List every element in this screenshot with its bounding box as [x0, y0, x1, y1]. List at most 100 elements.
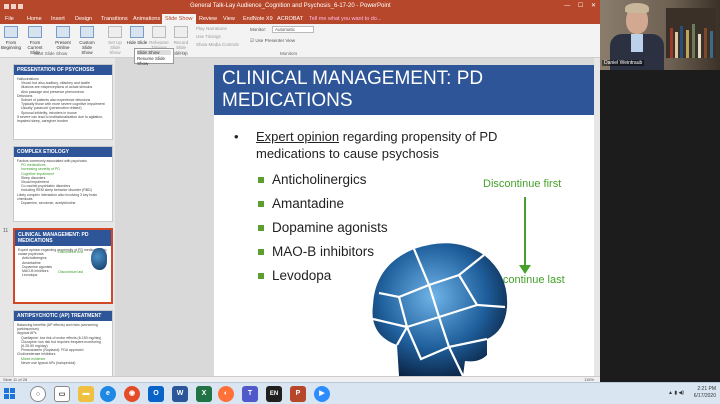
participant-name: Daniel Weintraub — [602, 60, 645, 66]
system-tray[interactable]: ▲ ▮ ◀) — [668, 390, 684, 396]
taskbar-clock[interactable]: 2:21 PM 6/17/2020 — [694, 386, 716, 400]
use-timings-checkbox[interactable]: Use Timings — [196, 34, 221, 39]
custom-slide-show-button[interactable]: Custom Slide Show — [76, 26, 98, 55]
thumbnail-discontinue-first: Discontinue first — [58, 250, 83, 254]
chrome-icon[interactable]: ◉ — [124, 386, 140, 402]
tab-endnote[interactable]: EndNote X9 — [240, 14, 276, 24]
tell-me-search[interactable]: Tell me what you want to do... — [306, 14, 384, 24]
firefox-icon[interactable]: ◐ — [218, 386, 234, 402]
hide-slide-button[interactable]: Hide Slide — [126, 26, 148, 45]
tab-design[interactable]: Design — [72, 14, 95, 24]
edge-icon[interactable]: e — [100, 386, 116, 402]
minimize-button[interactable]: — — [564, 3, 570, 9]
monitor-select[interactable]: Automatic — [272, 26, 314, 33]
bullet-expert-opinion[interactable]: • Expert opinion regarding propensity of… — [234, 128, 554, 162]
down-arrow-shaft[interactable] — [524, 197, 526, 269]
present-online-button[interactable]: Present Online — [52, 26, 74, 50]
play-current-icon — [28, 26, 42, 38]
window-controls[interactable]: — ☐ ✕ — [558, 0, 596, 12]
windows-start-icon[interactable] — [4, 388, 16, 400]
maximize-button[interactable]: ☐ — [578, 3, 583, 9]
slide-editor[interactable]: CLINICAL MANAGEMENT: PD MEDICATIONS • Ex… — [115, 58, 600, 376]
tab-view[interactable]: View — [220, 14, 238, 24]
item-label: Anticholinergics — [272, 172, 367, 187]
outlook-icon[interactable]: O — [148, 386, 164, 402]
slide-thumbnail-pane[interactable]: PRESENTATION OF PSYCHOSIS Hallucinations… — [0, 58, 115, 376]
clock-date: 6/17/2020 — [693, 393, 716, 399]
teams-icon[interactable]: T — [242, 386, 258, 402]
close-button[interactable]: ✕ — [591, 3, 596, 9]
rehearse-timings-button[interactable]: Rehearse Timings — [148, 26, 170, 50]
task-view-icon[interactable]: ▭ — [54, 386, 70, 402]
down-arrow-icon[interactable] — [519, 265, 531, 274]
item-label: Amantadine — [272, 196, 345, 211]
excel-icon[interactable]: X — [196, 386, 212, 402]
zoom-icon[interactable]: ▶ — [314, 386, 330, 402]
bullet-lead: Expert opinion — [256, 129, 340, 144]
ribbon: From Beginning From Current Slide Presen… — [0, 24, 600, 58]
thumbnail-slide-10[interactable]: COMPLEX ETIOLOGY Factors commonly associ… — [3, 146, 113, 222]
show-media-controls-checkbox[interactable]: Show Media Controls — [196, 42, 239, 47]
tooltip-text: Resume Slide Show — [137, 56, 166, 66]
tab-slide-show[interactable]: Slide Show — [162, 14, 196, 24]
item-mao-b-inhibitors[interactable]: MAO-B inhibitors — [258, 244, 374, 259]
powerpoint-window: General Talk-Lay Audience_Cognition and … — [0, 0, 600, 382]
item-levodopa[interactable]: Levodopa — [258, 268, 331, 283]
tooltip-title: Slide Show — [137, 50, 171, 55]
thumbnail-slide-12[interactable]: ANTIPSYCHOTIC (AP) TREATMENT Balancing b… — [3, 310, 113, 376]
endnote-icon[interactable]: EN — [266, 386, 282, 402]
square-bullet-icon — [258, 273, 264, 280]
item-label: Dopamine agonists — [272, 220, 388, 235]
thumbnail-slide-9[interactable]: PRESENTATION OF PSYCHOSIS Hallucinations… — [3, 64, 113, 140]
set-up-slide-show-button[interactable]: Set Up Slide Show — [104, 26, 126, 55]
tab-transitions[interactable]: Transitions — [98, 14, 131, 24]
use-presenter-view-checkbox[interactable]: ☑ Use Presenter View — [250, 38, 295, 44]
monitor-label: Monitor: — [250, 27, 267, 32]
person-hair — [625, 3, 649, 13]
tab-insert[interactable]: Insert — [48, 14, 68, 24]
thumbnail-line: Likely complex interaction also involvin… — [17, 192, 98, 201]
selected-thumbnail[interactable]: CLINICAL MANAGEMENT: PD MEDICATIONS Expe… — [13, 228, 113, 304]
tab-review[interactable]: Review — [196, 14, 220, 24]
item-anticholinergics[interactable]: Anticholinergics — [258, 172, 367, 187]
tab-acrobat[interactable]: ACROBAT — [274, 14, 306, 24]
bullet-dot-icon: • — [234, 129, 239, 144]
tab-home[interactable]: Home — [24, 14, 45, 24]
file-explorer-icon[interactable]: ▬ — [78, 386, 94, 402]
powerpoint-icon[interactable]: P — [290, 386, 306, 402]
thumbnail-line: Clozapine: low risk but requires frequen… — [21, 339, 101, 349]
stopwatch-icon — [152, 26, 166, 38]
quick-access-toolbar[interactable] — [4, 2, 30, 10]
thumbnail-title: CLINICAL MANAGEMENT: PD MEDICATIONS — [15, 230, 111, 246]
thumbnail-line: Balancing benefits (AP effects) and risk… — [17, 323, 98, 332]
slide-title[interactable]: CLINICAL MANAGEMENT: PD MEDICATIONS — [214, 65, 600, 115]
bookshelf-image — [666, 8, 716, 58]
group-label-monitors: Monitors — [280, 51, 298, 56]
ribbon-tabs: File Home Insert Design Transitions Anim… — [0, 12, 600, 24]
tab-animations[interactable]: Animations — [130, 14, 163, 24]
thumbnail-title: COMPLEX ETIOLOGY — [14, 147, 112, 157]
thumbnail-title: PRESENTATION OF PSYCHOSIS — [14, 65, 112, 75]
clock-time: 2:21 PM — [697, 386, 716, 392]
from-beginning-button[interactable]: From Beginning — [0, 26, 22, 50]
item-amantadine[interactable]: Amantadine — [258, 196, 344, 211]
play-narrations-checkbox[interactable]: Play Narrations — [196, 26, 227, 31]
group-label-set-up: Set Up — [174, 51, 188, 56]
thumbnail-number: 11 — [3, 228, 9, 234]
item-dopamine-agonists[interactable]: Dopamine agonists — [258, 220, 388, 235]
hide-slide-icon — [130, 26, 144, 38]
slide-canvas[interactable]: CLINICAL MANAGEMENT: PD MEDICATIONS • Ex… — [214, 65, 600, 376]
thumbnail-discontinue-last: Discontinue last — [58, 270, 83, 274]
tab-file[interactable]: File — [2, 14, 17, 24]
fractured-head-image[interactable] — [359, 235, 514, 376]
windows-taskbar: ○ ▭ ▬ e ◉ O W X ◐ T EN P ▶ ▲ ▮ ◀) 2:21 P… — [0, 382, 720, 404]
word-icon[interactable]: W — [172, 386, 188, 402]
resume-slide-show-tooltip[interactable]: Slide Show Resume Slide Show — [134, 48, 174, 66]
title-bar: General Talk-Lay Audience_Cognition and … — [0, 0, 600, 12]
thumbnail-slide-11[interactable]: 11 CLINICAL MANAGEMENT: PD MEDICATIONS E… — [3, 228, 113, 304]
item-label: Levodopa — [272, 268, 332, 283]
thumbnail-head-image — [91, 248, 107, 270]
search-icon[interactable]: ○ — [30, 386, 46, 402]
video-participant-tile[interactable]: Daniel Weintraub — [600, 0, 720, 70]
discontinue-first-label[interactable]: Discontinue first — [483, 178, 561, 190]
